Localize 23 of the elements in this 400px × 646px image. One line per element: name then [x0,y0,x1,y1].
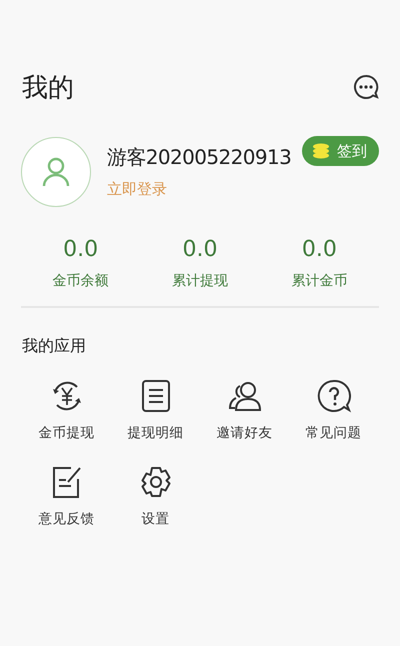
page-title: 我的 [22,72,74,104]
user-name: 游客202005220913 [107,144,292,170]
app-item-label[interactable]: 意见反馈 [38,510,94,528]
app-item-label[interactable]: 常见问题 [306,424,362,442]
document-list-icon [140,379,170,413]
app-item-label[interactable]: 设置 [142,510,170,528]
stat-label: 累计提现 [172,272,228,290]
stat-value: 0.0 [182,237,218,262]
two-people-icon [228,380,262,412]
user-icon [42,157,70,187]
message-icon[interactable] [353,74,379,100]
edit-note-icon [50,465,82,499]
stat-label: 金币余额 [52,272,109,290]
stat-value: 0.0 [302,237,337,262]
stat-label: 累计金币 [291,272,348,290]
section-title: 我的应用 [22,336,87,357]
settings-icon [138,465,172,499]
app-item-label[interactable]: 提现明细 [128,424,184,442]
app-item-label[interactable]: 邀请好友 [216,424,272,442]
stat-value: 0.0 [63,237,98,262]
app-item-label[interactable]: 金币提现 [38,424,94,442]
question-icon [316,379,350,413]
coins-icon [312,143,330,159]
